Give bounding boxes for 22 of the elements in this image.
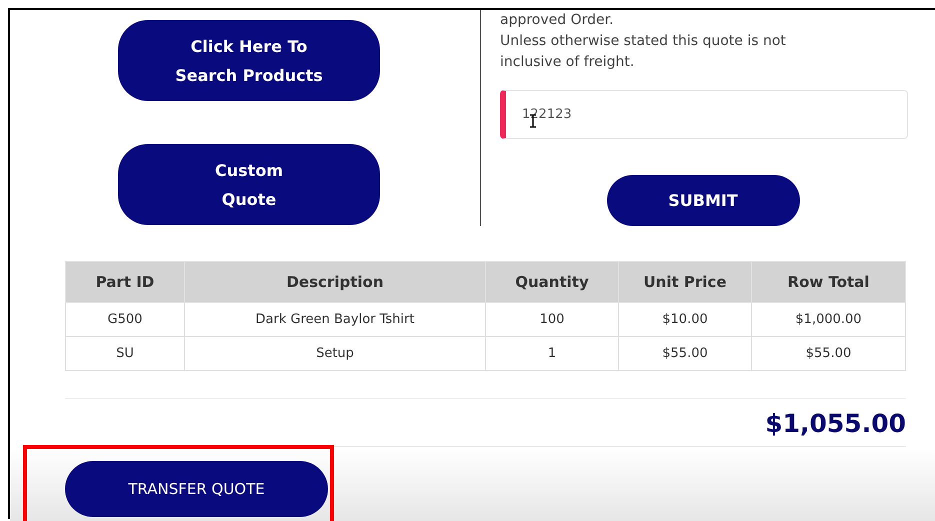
column-header: Description <box>184 262 486 302</box>
table-cell: $55.00 <box>618 336 752 370</box>
table-cell: $10.00 <box>618 302 752 336</box>
submit-button[interactable]: SUBMIT <box>606 175 800 226</box>
table-cell: $1,000.00 <box>752 302 906 336</box>
table-cell: 1 <box>486 336 618 370</box>
table-cell: Setup <box>184 336 486 370</box>
table-cell: 100 <box>486 302 618 336</box>
column-header: Part ID <box>66 262 184 302</box>
column-header: Row Total <box>752 262 906 302</box>
quote-number-field[interactable]: 122123 <box>500 90 908 139</box>
column-header: Quantity <box>486 262 618 302</box>
table-cell: $55.00 <box>752 336 906 370</box>
transfer-quote-button[interactable]: TRANSFER QUOTE <box>65 461 328 517</box>
table-cell: Dark Green Baylor Tshirt <box>184 302 486 336</box>
quote-notice: approved Order. Unless otherwise stated this quote is not inclusive of freight. <box>500 11 787 72</box>
table-cell: SU <box>66 336 184 370</box>
action-button[interactable]: Click Here To Search Products <box>118 20 380 101</box>
table-cell: G500 <box>66 302 184 336</box>
quote-total: $1,055.00 <box>765 409 906 438</box>
column-header: Unit Price <box>618 262 752 302</box>
action-button[interactable]: Custom Quote <box>118 144 380 225</box>
